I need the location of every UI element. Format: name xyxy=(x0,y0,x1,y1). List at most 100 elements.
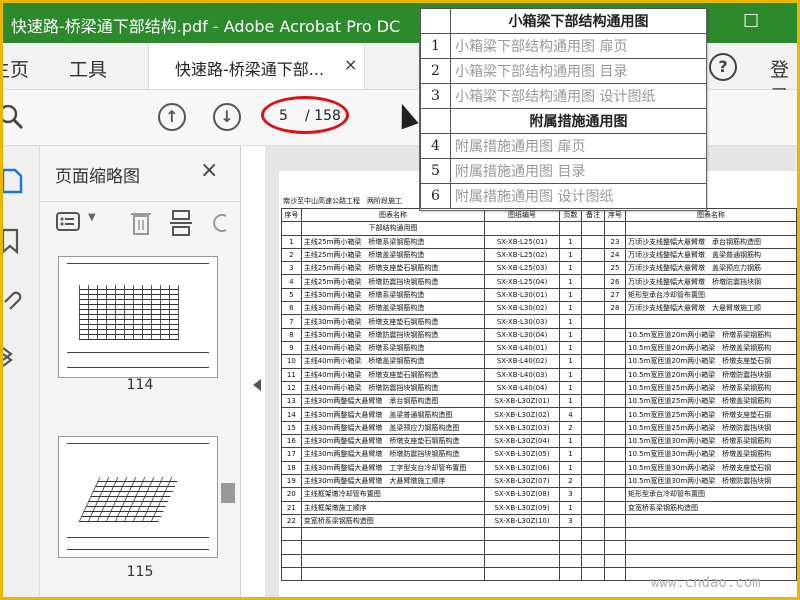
row-number: 22 xyxy=(281,513,302,529)
window-title: 快速路-桥梁通下部结构.pdf - Adobe Acrobat Pro DC xyxy=(11,17,401,36)
table-row: 18 主线30m两整幅大悬臂墩 工字型支台冷却管布置图 SX-XB-L30Z(06)… xyxy=(281,460,797,475)
page-count: 3 xyxy=(558,513,583,529)
drawing-name: 主线30m两整幅大悬臂墩 大悬臂墩施工顺序 xyxy=(300,473,486,489)
toc-row[interactable]: 6 附属措施通用图 设计图纸 xyxy=(420,183,706,209)
search-icon[interactable] xyxy=(0,105,25,131)
remark-cell xyxy=(581,500,605,515)
tab-document-label: 快速路-桥梁通下部... xyxy=(175,60,325,79)
drawing-code: SX-XB-L30Z(09) xyxy=(484,500,560,515)
drawing-code: SX-XB-L40(01) xyxy=(484,340,560,356)
collapse-panel-icon[interactable] xyxy=(253,379,261,391)
page-count: 1 xyxy=(558,367,583,382)
toc-section-row[interactable]: 附属措施通用图 xyxy=(420,108,706,134)
table-cell xyxy=(581,527,605,542)
drawing-name: 主线40m两小箱梁 桥墩支座垫石钢筋构造 xyxy=(300,367,486,382)
table-cell xyxy=(281,540,302,555)
bookmark-icon[interactable] xyxy=(1,228,23,254)
table-row: 21 主线框架墩施工顺序 SX-XB-L30Z(09) 1 变宽桥系梁钢筋构造图 xyxy=(281,500,797,515)
panel-title: 页面缩略图 xyxy=(55,167,140,187)
drawing-name: 10.5m宽匝道25m两小箱梁 桥墩防震挡块钢 xyxy=(625,420,797,436)
table-row: 5 主线30m两小箱梁 桥墩系梁钢筋构造 SX-XB-L30(01) 1 27 矩形型承台… xyxy=(281,287,797,303)
toc-row[interactable]: 1 小箱梁下部结构通用图 扉页 xyxy=(420,33,706,59)
table-cell xyxy=(558,567,583,582)
drawing-code: SX-XB-L30(01) xyxy=(484,287,560,303)
row-number xyxy=(603,367,627,382)
row-number: 2 xyxy=(281,247,302,263)
row-number: 6 xyxy=(281,301,302,316)
help-icon[interactable]: ? xyxy=(709,53,737,81)
drawing-name: 主线25m两小箱梁 桥墩防震挡块钢筋构造 xyxy=(300,274,486,289)
toc-number: 4 xyxy=(420,133,451,159)
tab-document[interactable]: 快速路-桥梁通下部... × xyxy=(148,43,365,89)
panel-scrollbar[interactable] xyxy=(221,483,235,503)
row-number xyxy=(603,447,627,462)
page-count: 1 xyxy=(558,234,583,249)
drawing-name: 主线25m两小箱梁 桥墩盖梁钢筋构造 xyxy=(300,247,486,263)
drawing-code: SX-XB-L30Z(05) xyxy=(484,447,560,462)
tab-tools[interactable]: 工具 xyxy=(69,55,107,82)
toc-row[interactable]: 4 附属措施通用图 扉页 xyxy=(420,133,706,159)
row-number: 24 xyxy=(603,247,627,263)
app-window: 快速路-桥梁通下部结构.pdf - Adobe Acrobat Pro DC ☐… xyxy=(0,0,800,600)
remark-cell xyxy=(581,420,605,436)
row-number: 19 xyxy=(281,473,302,489)
remark-cell xyxy=(581,367,605,382)
watermark: www.cndao.com xyxy=(651,575,761,591)
remark-cell xyxy=(581,354,605,369)
page-thumbnails-icon[interactable] xyxy=(1,168,23,194)
toc-row[interactable]: 5 附属措施通用图 目录 xyxy=(420,158,706,184)
drawing-name: 主线40m两小箱梁 桥墩防震挡块钢筋构造 xyxy=(300,380,486,396)
panel-close-icon[interactable]: × xyxy=(200,158,218,183)
toc-row[interactable]: 3 小箱梁下部结构通用图 设计图纸 xyxy=(420,83,706,109)
row-number xyxy=(603,473,627,489)
drawing-name: 主线30m两整幅大悬臂墩 桥墩防震挡块钢筋构造 xyxy=(300,447,486,462)
drawing-index-table: 序号 图表名称 图纸编号 页数 备注 序号 图表名称 下部结构通用图 1 主线25m两小箱梁 桥墩… xyxy=(281,207,797,582)
trash-icon[interactable] xyxy=(130,210,152,236)
drawing-code: SX-XB-L40(03) xyxy=(484,367,560,382)
row-number: 28 xyxy=(603,301,627,316)
attachment-icon[interactable] xyxy=(1,288,23,312)
maximize-icon[interactable]: ☐ xyxy=(743,11,759,32)
table-row xyxy=(281,540,797,555)
table-cell xyxy=(484,567,560,582)
rotate-icon[interactable] xyxy=(210,210,230,236)
table-row: 16 主线30m两整幅大悬臂墩 桥墩支座垫石钢筋构造 SX-XB-L30Z(04) 1… xyxy=(281,434,797,449)
drawing-name: 主线30m两小箱梁 桥墩支座垫石钢筋构造 xyxy=(300,314,486,329)
annotation-circle xyxy=(261,96,349,134)
thumbnail-page-115[interactable] xyxy=(58,436,218,558)
row-number xyxy=(603,513,627,529)
row-number: 11 xyxy=(281,367,302,382)
table-row: 9 主线40m两小箱梁 桥墩系梁钢筋构造 SX-XB-L40(01) 1 10.5m宽匝… xyxy=(281,340,797,356)
drawing-code: SX-XB-L30Z(08) xyxy=(484,487,560,502)
options-menu-icon[interactable] xyxy=(56,212,82,232)
remark-cell xyxy=(581,274,605,289)
extract-pages-icon[interactable] xyxy=(170,210,194,236)
toc-number: 1 xyxy=(420,33,451,59)
drawing-name: 主线30m两整幅大悬臂墩 工字型支台冷却管布置图 xyxy=(300,460,486,475)
page-count: 3 xyxy=(558,487,583,502)
page-count: 1 xyxy=(558,301,583,316)
table-row xyxy=(281,553,797,569)
row-number: 7 xyxy=(281,314,302,329)
drawing-code: SX-XB-L25(02) xyxy=(484,247,560,263)
page-count: 1 xyxy=(558,247,583,263)
tab-close-icon[interactable]: × xyxy=(344,55,357,74)
toc-section-row[interactable]: 小箱梁下部结构通用图 xyxy=(420,8,706,34)
table-row: 6 主线30m两小箱梁 桥墩盖梁钢筋构造 SX-XB-L30(02) 1 28 万顷沙支线… xyxy=(281,301,797,316)
dropdown-arrow-icon[interactable]: ▼ xyxy=(88,212,96,223)
prev-page-icon[interactable]: ↑ xyxy=(158,103,186,131)
toc-row[interactable]: 2 小箱梁下部结构通用图 目录 xyxy=(420,58,706,84)
row-number: 5 xyxy=(281,287,302,303)
remark-cell xyxy=(581,287,605,303)
row-number: 13 xyxy=(281,394,302,409)
tab-home[interactable]: 主页 xyxy=(3,55,29,82)
page-count: 2 xyxy=(558,473,583,489)
thumbnail-page-114[interactable] xyxy=(58,256,218,378)
toc-text: 附属措施通用图 目录 xyxy=(450,158,706,184)
layers-icon[interactable] xyxy=(1,344,23,370)
row-number: 10 xyxy=(281,354,302,369)
page-count: 1 xyxy=(558,447,583,462)
next-page-icon[interactable]: ↓ xyxy=(213,103,241,131)
table-row: 8 主线30m两小箱梁 桥墩防震挡块钢筋构造 SX-XB-L30(04) 1 10.5m… xyxy=(281,327,797,342)
table-cell xyxy=(281,221,302,236)
